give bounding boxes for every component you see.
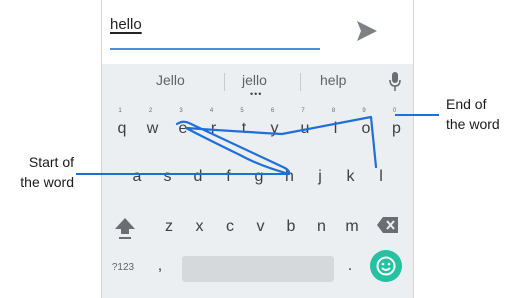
key-w[interactable]: w <box>142 114 164 144</box>
start-of-word-callout: Start of the word <box>8 152 74 192</box>
more-suggestions-dots: ••• <box>250 89 263 99</box>
key-hint-digit: 6 <box>270 108 275 114</box>
key-j[interactable]: j <box>309 162 331 192</box>
comma-key[interactable]: , <box>150 254 170 282</box>
tutorial-figure: hello Jello jello ••• help ?123 , . q 1 … <box>0 0 514 298</box>
key-m[interactable]: m <box>341 212 363 242</box>
key-q[interactable]: q <box>111 114 133 144</box>
input-underline <box>110 48 320 50</box>
smiley-face-icon <box>376 256 396 276</box>
key-hint-digit: 7 <box>301 108 305 114</box>
key-b[interactable]: b <box>280 212 302 242</box>
suggestion-item[interactable]: help <box>320 72 346 88</box>
start-callout-line-2: the word <box>20 174 74 190</box>
suggestion-item[interactable]: Jello <box>156 72 185 88</box>
space-bar[interactable] <box>182 256 334 282</box>
backspace-icon[interactable] <box>376 214 400 236</box>
message-input[interactable]: hello <box>110 12 320 50</box>
suggestion-strip: Jello jello ••• help <box>102 64 413 99</box>
symbols-key[interactable]: ?123 <box>106 256 140 280</box>
period-key[interactable]: . <box>340 254 360 282</box>
key-v[interactable]: v <box>250 212 272 242</box>
key-y[interactable]: y <box>264 114 286 144</box>
end-of-word-callout: End of the word <box>446 94 500 134</box>
emoji-button[interactable] <box>370 250 402 282</box>
microphone-icon[interactable] <box>388 71 402 93</box>
key-a[interactable]: a <box>126 162 148 192</box>
key-i[interactable]: i <box>325 114 347 144</box>
key-r[interactable]: r <box>203 114 225 144</box>
key-z[interactable]: z <box>158 212 180 242</box>
end-callout-line-1: End of <box>446 96 487 112</box>
key-hint-digit: 2 <box>148 108 153 114</box>
phone-screen: hello Jello jello ••• help ?123 , . q 1 … <box>101 0 414 298</box>
key-hint-digit: 5 <box>240 108 244 114</box>
key-o[interactable]: o <box>355 114 377 144</box>
start-callout-line-1: Start of <box>28 154 74 170</box>
key-s[interactable]: s <box>157 162 179 192</box>
key-hint-digit: 0 <box>392 108 397 114</box>
key-p[interactable]: p <box>386 114 408 144</box>
send-arrow-icon[interactable] <box>354 18 380 44</box>
keyboard: Jello jello ••• help ?123 , . q 1 w 2 e … <box>102 64 413 298</box>
key-hint-digit: 1 <box>118 108 122 114</box>
key-x[interactable]: x <box>189 212 211 242</box>
shift-arrow-icon[interactable] <box>110 212 140 242</box>
key-e[interactable]: e <box>172 114 194 144</box>
suggestion-divider <box>300 73 301 91</box>
key-f[interactable]: f <box>218 162 240 192</box>
key-u[interactable]: u <box>294 114 316 144</box>
key-hint-digit: 3 <box>179 108 183 114</box>
key-hint-digit: 8 <box>331 108 336 114</box>
key-d[interactable]: d <box>187 162 209 192</box>
key-hint-digit: 9 <box>362 108 366 114</box>
key-h[interactable]: h <box>279 162 301 192</box>
key-hint-digit: 4 <box>209 108 214 114</box>
key-k[interactable]: k <box>340 162 362 192</box>
compose-bar: hello <box>102 0 413 64</box>
suggestion-divider <box>224 73 225 91</box>
suggestion-item[interactable]: jello <box>242 72 267 88</box>
end-callout-line-2: the word <box>446 116 500 132</box>
message-input-text: hello <box>110 16 142 33</box>
key-t[interactable]: t <box>233 114 255 144</box>
key-c[interactable]: c <box>219 212 241 242</box>
key-g[interactable]: g <box>248 162 270 192</box>
key-l[interactable]: l <box>370 162 392 192</box>
key-n[interactable]: n <box>311 212 333 242</box>
